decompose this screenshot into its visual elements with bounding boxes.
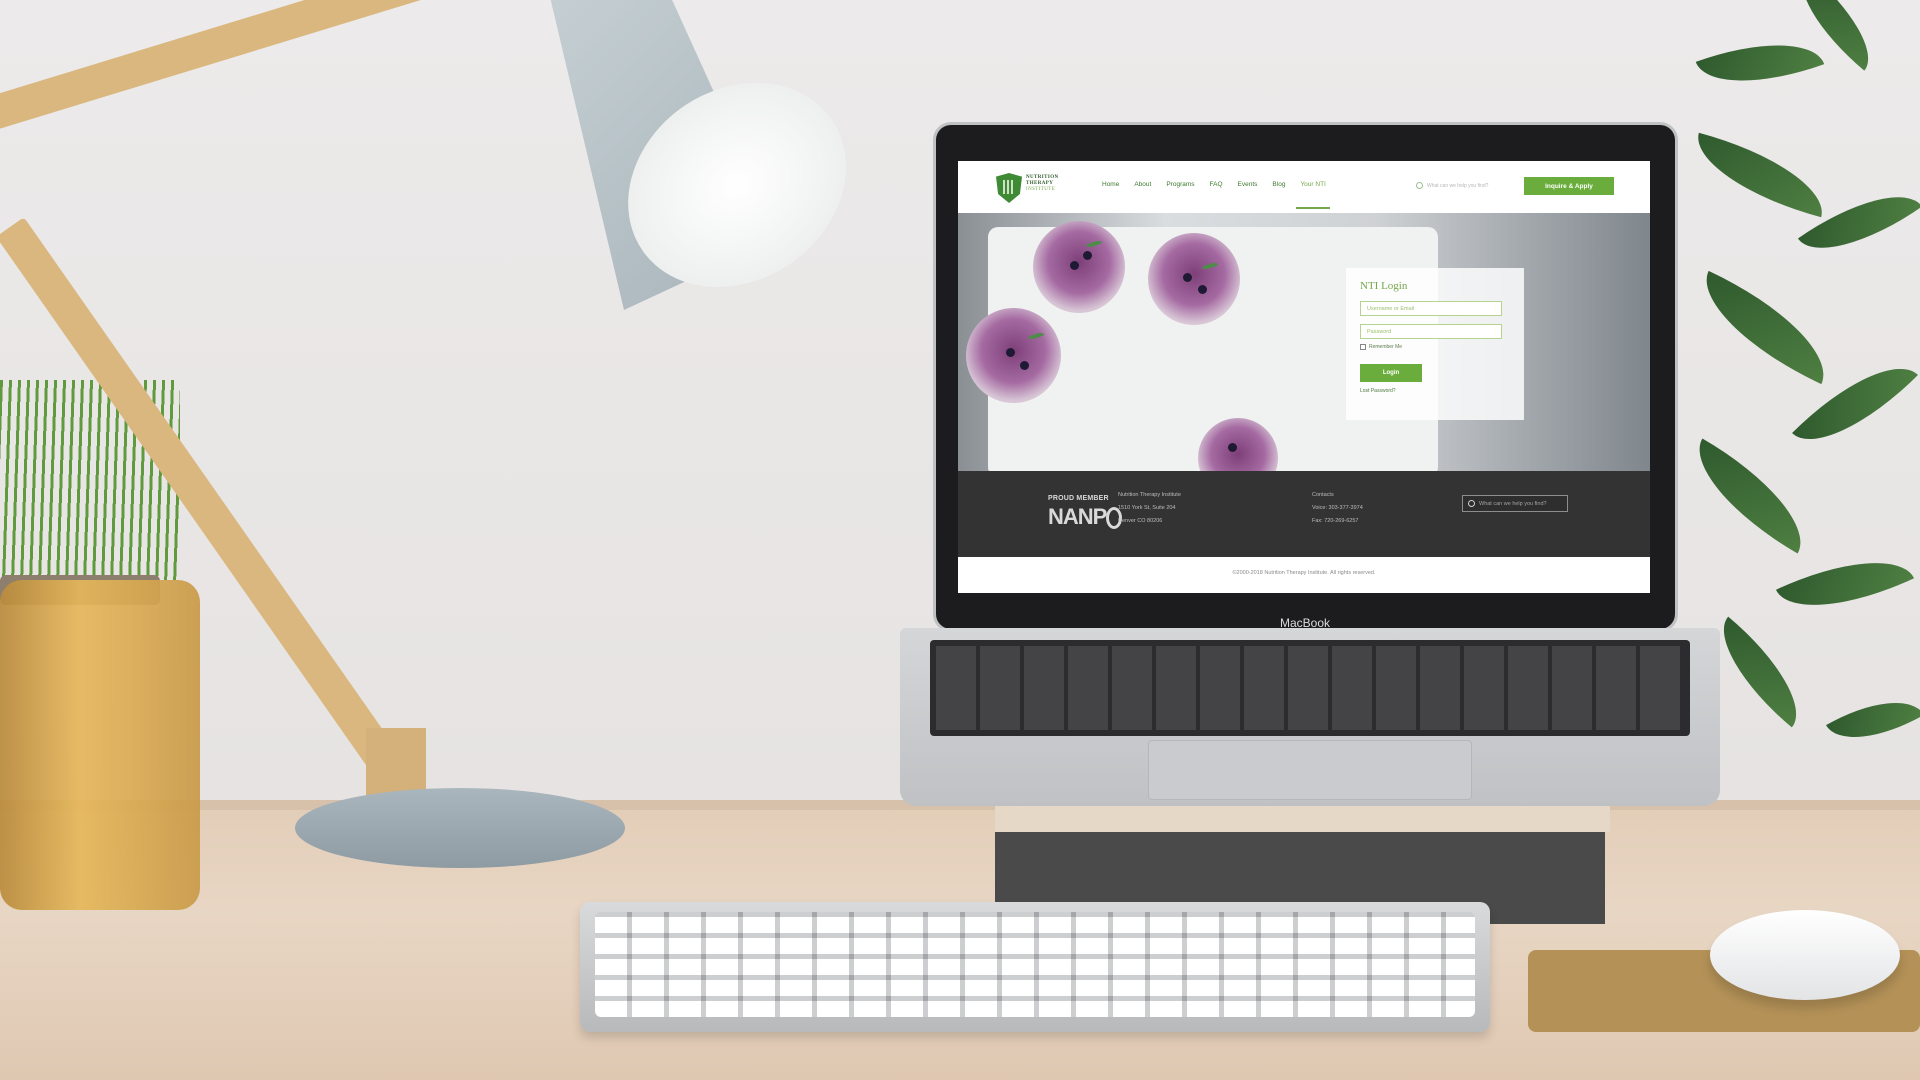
contact-fax: Fax: 720-269-6257 [1312, 518, 1359, 524]
main-nav: Home About Programs FAQ Events Blog Your… [1102, 181, 1341, 209]
header-search-placeholder: What can we help you find? [1427, 182, 1489, 189]
remember-me-checkbox[interactable] [1360, 344, 1366, 350]
contact-phone[interactable]: Voice: 303-377-3974 [1312, 502, 1363, 515]
laptop-keys [936, 646, 1684, 730]
remember-me[interactable]: Remember Me [1360, 344, 1510, 350]
logo-line-3: INSTITUTE [1026, 187, 1056, 192]
copyright: ©2000-2018 Nutrition Therapy Institute. … [958, 557, 1650, 593]
address-line: Nutrition Therapy Institute [1118, 492, 1181, 498]
nav-faq[interactable]: FAQ [1210, 181, 1223, 188]
dessert-jar [1033, 221, 1125, 313]
nav-your-nti[interactable]: Your NTI [1296, 181, 1331, 209]
nav-programs[interactable]: Programs [1166, 181, 1194, 188]
footer-search-placeholder: What can we help you find? [1479, 500, 1547, 507]
hero-image: NTI Login Remember Me Login Lost Passwor… [958, 213, 1650, 498]
laptop-trackpad [1148, 740, 1472, 800]
dessert-jar [1148, 233, 1240, 325]
password-input[interactable] [1360, 324, 1502, 339]
nav-home[interactable]: Home [1102, 181, 1119, 188]
nav-about[interactable]: About [1134, 181, 1151, 188]
blueberry [1198, 285, 1207, 294]
lamp-base [295, 788, 625, 868]
external-keyboard-keys [595, 912, 1475, 1017]
proud-member-text: PROUD MEMBER [1048, 495, 1109, 502]
laptop-brand-label: MacBook [1279, 616, 1331, 630]
blueberry [1020, 361, 1029, 370]
laptop-screen: NUTRITION THERAPY INSTITUTE Home About P… [958, 161, 1650, 593]
site-header: NUTRITION THERAPY INSTITUTE Home About P… [958, 161, 1650, 213]
nti-logo-icon[interactable] [996, 173, 1022, 203]
footer-address: Nutrition Therapy Institute 1510 York St… [1118, 489, 1181, 528]
footer-contacts: Contacts Voice: 303-377-3974 Fax: 720-26… [1312, 489, 1363, 528]
footer-search[interactable]: What can we help you find? [1462, 495, 1568, 512]
nanp-logo-text: NANP [1048, 504, 1107, 529]
search-icon [1468, 500, 1475, 507]
laptop-stand-top [995, 806, 1610, 832]
logo-text[interactable]: NUTRITION THERAPY INSTITUTE [1026, 175, 1076, 193]
blueberry [1006, 348, 1015, 357]
blueberry [1083, 251, 1092, 260]
address-line: 1510 York St, Suite 204 [1118, 505, 1176, 511]
site-footer: PROUD MEMBER NANP Nutrition Therapy Inst… [958, 471, 1650, 557]
contacts-heading: Contacts [1312, 492, 1334, 498]
nav-blog[interactable]: Blog [1272, 181, 1285, 188]
nav-events[interactable]: Events [1238, 181, 1258, 188]
login-button[interactable]: Login [1360, 364, 1422, 382]
username-input[interactable] [1360, 301, 1502, 316]
remember-me-label: Remember Me [1369, 344, 1403, 350]
login-title: NTI Login [1360, 280, 1408, 292]
blueberry [1183, 273, 1192, 282]
search-icon [1416, 182, 1423, 189]
header-search[interactable]: What can we help you find? [1416, 182, 1488, 189]
glass-jar [0, 580, 200, 910]
login-panel: NTI Login Remember Me Login Lost Passwor… [1346, 268, 1524, 420]
lost-password-link[interactable]: Lost Password? [1360, 388, 1510, 394]
blueberry [1228, 443, 1237, 452]
blueberry [1070, 261, 1079, 270]
mouse [1710, 910, 1900, 1000]
inquire-apply-button[interactable]: Inquire & Apply [1524, 177, 1614, 195]
address-line: Denver CO 80206 [1118, 518, 1163, 524]
